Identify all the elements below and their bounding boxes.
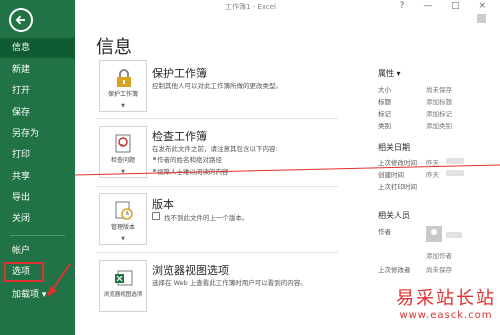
watermark-cn: 易采站长站	[396, 288, 496, 309]
watermark: 易采站长站 www.easck.com	[396, 284, 496, 321]
watermark-url: www.easck.com	[399, 310, 493, 321]
